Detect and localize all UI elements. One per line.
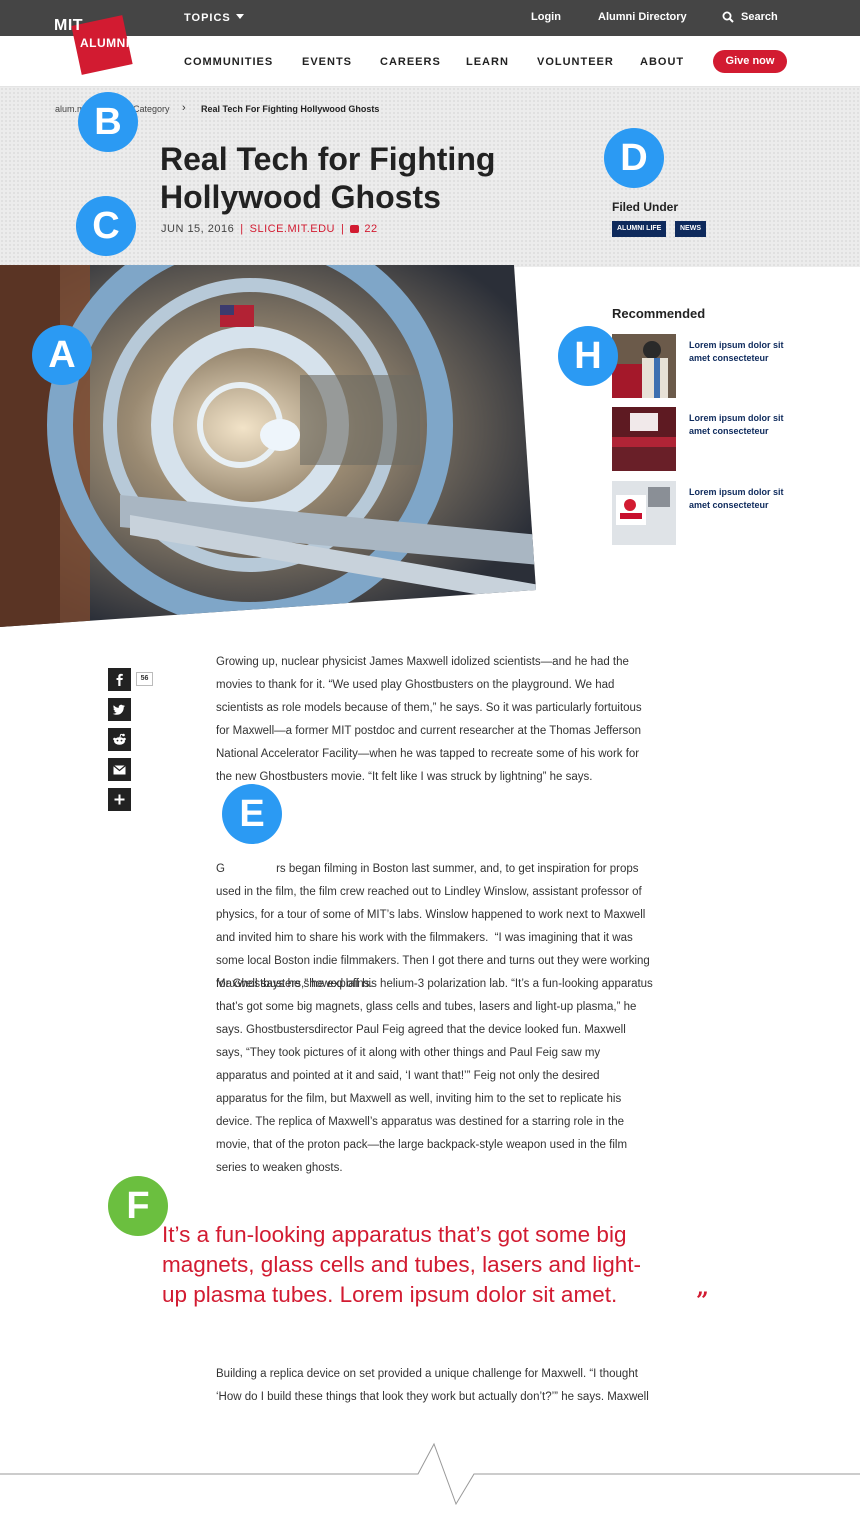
breadcrumb-current: Real Tech For Fighting Hollywood Ghosts (201, 104, 380, 114)
filed-under-label: Filed Under (612, 200, 679, 214)
article-meta: JUN 15, 2016 | SLICE.MIT.EDU | 22 (161, 223, 378, 235)
footer-divider (0, 1442, 860, 1506)
logo-alumni: ALUMNI (80, 36, 130, 50)
share-more-button[interactable] (108, 788, 131, 811)
recommended-thumbnail[interactable] (612, 407, 676, 471)
recommended-item-link[interactable]: Lorem ipsum dolor sit amet consecteteur (689, 339, 789, 365)
login-link[interactable]: Login (531, 11, 561, 23)
article-paragraph: Building a replica device on set provide… (216, 1368, 649, 1403)
chevron-down-icon (235, 14, 244, 19)
logo-mit: MIT (54, 17, 84, 34)
breadcrumb-separator-icon: › (182, 102, 186, 114)
article-paragraph: Maxwell says he showed off his helium-3 … (216, 978, 653, 1174)
recommended-item-link[interactable]: Lorem ipsum dolor sit amet consecteteur (689, 412, 789, 438)
email-icon (113, 765, 126, 775)
annotation-marker-d: D (604, 128, 664, 188)
recommended-item-link[interactable]: Lorem ipsum dolor sit amet consecteteur (689, 486, 789, 512)
nav-careers[interactable]: CAREERS (380, 56, 441, 68)
comments-link[interactable]: 22 (350, 223, 377, 235)
article-date: JUN 15, 2016 (161, 223, 235, 235)
twitter-icon (112, 704, 125, 715)
meta-divider: | (340, 223, 345, 235)
tag-news[interactable]: NEWS (675, 221, 706, 237)
share-facebook-button[interactable] (108, 668, 131, 691)
topics-label: TOPICS (184, 12, 231, 24)
nav-events[interactable]: EVENTS (302, 56, 352, 68)
nav-communities[interactable]: COMMUNITIES (184, 56, 273, 68)
pull-quote: It’s a fun-looking apparatus that’s got … (162, 1222, 642, 1307)
facebook-icon (116, 673, 123, 686)
nav-learn[interactable]: LEARN (466, 56, 509, 68)
recommended-title: Recommended (612, 306, 706, 321)
alumni-directory-link[interactable]: Alumni Directory (598, 11, 687, 23)
reddit-icon (113, 733, 126, 745)
breadcrumb-category[interactable]: Category (133, 104, 170, 114)
comment-count: 22 (364, 223, 378, 235)
comment-icon (350, 225, 360, 233)
tag-alumni-life[interactable]: ALUMNI LIFE (612, 221, 667, 237)
facebook-share-count: 56 (136, 672, 153, 686)
nav-volunteer[interactable]: VOLUNTEER (537, 56, 614, 68)
annotation-marker-c: C (76, 196, 136, 256)
nav-about[interactable]: ABOUT (640, 56, 684, 68)
hero-image (0, 265, 536, 627)
annotation-marker-b: B (78, 92, 138, 152)
annotation-marker-e: E (222, 784, 282, 844)
close-quote-icon: ” (696, 1288, 709, 1314)
plus-icon (114, 794, 125, 805)
search-icon[interactable] (722, 11, 734, 23)
meta-divider: | (240, 223, 244, 235)
recommended-thumbnail[interactable] (612, 334, 676, 398)
share-email-button[interactable] (108, 758, 131, 781)
share-twitter-button[interactable] (108, 698, 131, 721)
article-paragraph: Growing up, nuclear physicist James Maxw… (216, 656, 642, 783)
share-reddit-button[interactable] (108, 728, 131, 751)
annotation-marker-f: F (108, 1176, 168, 1236)
search-link[interactable]: Search (741, 11, 778, 23)
annotation-marker-h: H (558, 326, 618, 386)
topics-menu[interactable]: TOPICS (184, 12, 244, 24)
annotation-marker-a: A (32, 325, 92, 385)
page-title: Real Tech for Fighting Hollywood Ghosts (160, 141, 496, 215)
article-source-link[interactable]: SLICE.MIT.EDU (250, 223, 335, 235)
recommended-thumbnail[interactable] (612, 481, 676, 545)
give-now-button[interactable]: Give now (713, 50, 787, 73)
